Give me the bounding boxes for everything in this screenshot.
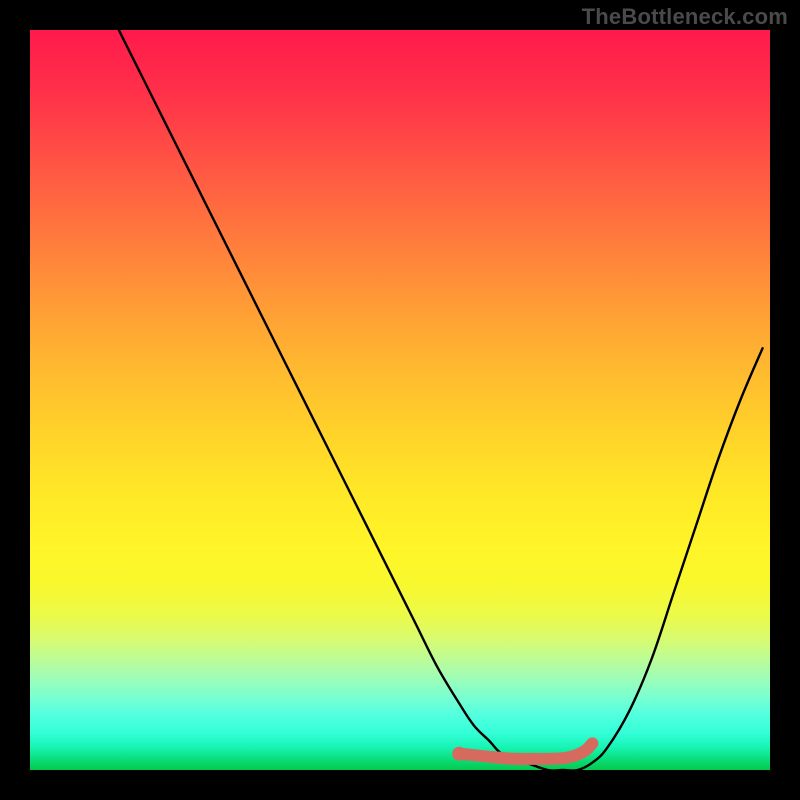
chart-frame: TheBottleneck.com [0, 0, 800, 800]
plot-area [30, 30, 770, 770]
sweet-spot-segment [459, 743, 592, 759]
bottleneck-curve [119, 30, 763, 770]
watermark-text: TheBottleneck.com [582, 4, 788, 30]
sweet-spot-marker [452, 747, 466, 761]
chart-svg [30, 30, 770, 770]
